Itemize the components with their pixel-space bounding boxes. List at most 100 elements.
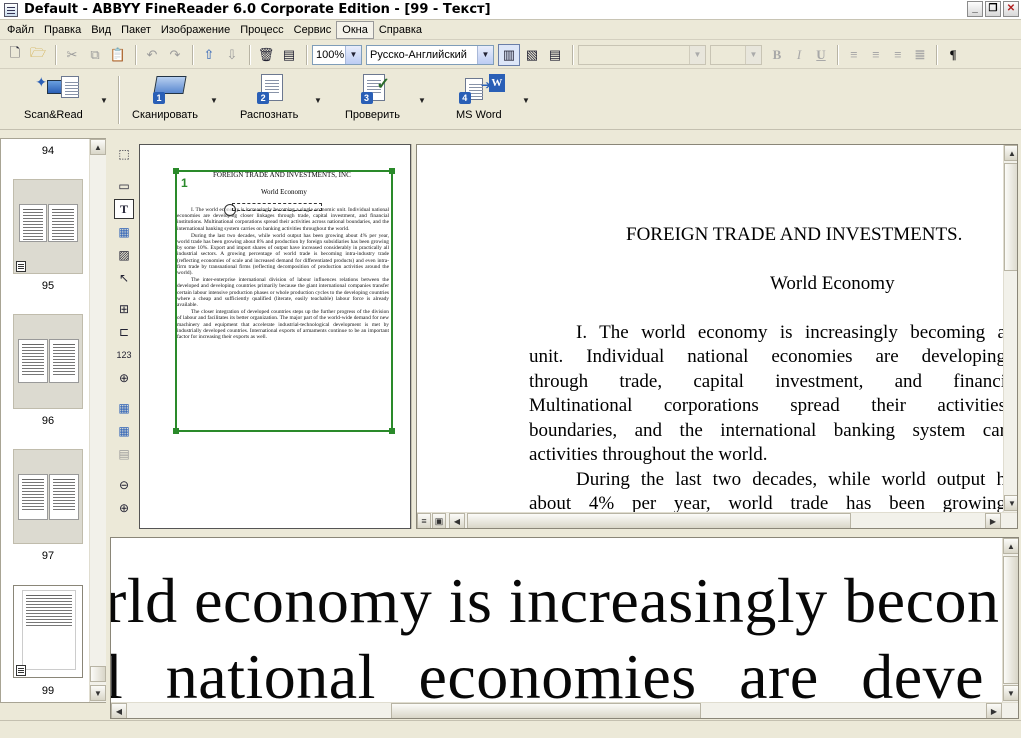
image-panel[interactable]: FOREIGN TRADE AND INVESTMENTS, INC World…: [139, 144, 411, 529]
block-order-icon[interactable]: 123: [114, 345, 134, 365]
menu-edit[interactable]: Правка: [39, 21, 86, 39]
view-text-image-icon[interactable]: ▥: [498, 43, 520, 66]
zoom-out-icon[interactable]: ⊖: [114, 475, 134, 495]
menu-batch[interactable]: Пакет: [116, 21, 156, 39]
menu-bar: Файл Правка Вид Пакет Изображение Процес…: [0, 20, 1021, 40]
check-dropdown-icon[interactable]: ▼: [418, 96, 426, 105]
open-folder-icon[interactable]: 🗁: [27, 44, 49, 66]
scroll-down-icon[interactable]: ▼: [90, 685, 106, 701]
menu-view[interactable]: Вид: [86, 21, 116, 39]
paste-icon[interactable]: 📋: [107, 44, 129, 66]
copy-icon[interactable]: ⧉: [84, 44, 106, 66]
align-right-icon[interactable]: ≡: [887, 44, 909, 66]
zoom-select[interactable]: 100% ▼: [312, 44, 362, 65]
picture-block-tool-icon[interactable]: ▨: [114, 245, 134, 265]
page-view-icon[interactable]: ▣: [432, 513, 446, 528]
pointer-tool-icon[interactable]: ↖: [114, 268, 134, 288]
ms-word-dropdown-icon[interactable]: ▼: [522, 96, 530, 105]
scroll-up-icon[interactable]: ▲: [1003, 538, 1018, 554]
add-table-column-icon[interactable]: ▦: [114, 421, 134, 441]
view-image-icon[interactable]: ▧: [521, 44, 543, 66]
font-select[interactable]: ▼: [578, 44, 706, 65]
thumbnail-96[interactable]: [13, 314, 83, 409]
scroll-right-icon[interactable]: ▶: [985, 513, 1001, 528]
thumbnail-label-94: 94: [41, 145, 55, 157]
menu-process[interactable]: Процесс: [235, 21, 288, 39]
normal-view-icon[interactable]: ≡: [417, 513, 431, 528]
minimize-button[interactable]: _: [967, 1, 983, 17]
add-area-icon[interactable]: ⊞: [114, 299, 134, 319]
table-split-icon[interactable]: ▤: [114, 444, 134, 464]
cut-area-icon[interactable]: ⊏: [114, 322, 134, 342]
italic-button[interactable]: I: [788, 44, 810, 66]
select-area-icon[interactable]: ⬚: [114, 144, 134, 164]
scroll-left-icon[interactable]: ◀: [449, 513, 465, 528]
bold-button[interactable]: B: [766, 44, 788, 66]
redo-icon[interactable]: ↷: [164, 44, 186, 66]
zoom-panel[interactable]: rld economy is increasingly becon l nati…: [110, 537, 1019, 719]
app-icon[interactable]: [4, 2, 18, 17]
chevron-down-icon[interactable]: ▼: [345, 45, 361, 64]
rectangle-tool-icon[interactable]: ▭: [114, 176, 134, 196]
page-properties-icon[interactable]: ▤: [278, 44, 300, 66]
menu-service[interactable]: Сервис: [289, 21, 337, 39]
view-text-icon[interactable]: ▤: [544, 44, 566, 66]
delete-page-icon[interactable]: 🗑: [255, 44, 277, 66]
analyze-layout-icon[interactable]: ⊕: [114, 368, 134, 388]
close-button[interactable]: ✕: [1003, 1, 1019, 17]
menu-image[interactable]: Изображение: [156, 21, 235, 39]
scan-dropdown-icon[interactable]: ▼: [210, 96, 218, 105]
align-justify-icon[interactable]: ≣: [909, 44, 931, 66]
cut-icon[interactable]: ✂: [61, 44, 83, 66]
scan-button[interactable]: 1 Сканировать: [132, 74, 198, 126]
language-select[interactable]: Русско-Английский ▼: [366, 44, 494, 65]
scroll-right-icon[interactable]: ▶: [986, 703, 1002, 718]
font-size-select[interactable]: ▼: [710, 44, 762, 65]
previous-page-icon[interactable]: ⇧: [198, 44, 220, 66]
zoom-in-icon[interactable]: ⊕: [114, 498, 134, 518]
add-table-row-icon[interactable]: ▦: [114, 398, 134, 418]
paragraph-marks-button[interactable]: ¶: [942, 44, 964, 66]
text-vertical-scrollbar[interactable]: ▲ ▼: [1003, 145, 1017, 512]
zoom-vertical-scrollbar[interactable]: ▲ ▼: [1002, 538, 1018, 702]
status-bar: [0, 720, 1021, 738]
align-center-icon[interactable]: ≡: [865, 44, 887, 66]
title-bar: Default - ABBYY FineReader 6.0 Corporate…: [0, 0, 1021, 20]
menu-file[interactable]: Файл: [2, 21, 39, 39]
menu-help[interactable]: Справка: [374, 21, 427, 39]
ms-word-button[interactable]: ➔ W 4 MS Word: [456, 74, 505, 126]
zoom-horizontal-scrollbar[interactable]: ◀ ▶: [111, 702, 1018, 718]
chevron-down-icon[interactable]: ▼: [477, 45, 493, 64]
underline-button[interactable]: U: [810, 44, 832, 66]
thumbnail-label-97: 97: [41, 550, 55, 562]
thumbnail-scrollbar[interactable]: ▲ ▼: [89, 139, 106, 702]
menu-windows[interactable]: Окна: [336, 20, 374, 39]
align-left-icon[interactable]: ≡: [843, 44, 865, 66]
next-page-icon[interactable]: ⇩: [221, 44, 243, 66]
scroll-up-icon[interactable]: ▲: [1004, 145, 1017, 161]
undo-icon[interactable]: ↶: [141, 44, 163, 66]
thumbnail-97[interactable]: [13, 449, 83, 544]
recognize-button[interactable]: 2 Распознать: [240, 74, 298, 126]
scroll-up-icon[interactable]: ▲: [90, 139, 106, 155]
scroll-down-icon[interactable]: ▼: [1004, 495, 1017, 511]
text-horizontal-scrollbar[interactable]: ≡ ▣ ◀ ▶: [417, 512, 1017, 528]
scroll-down-icon[interactable]: ▼: [1003, 685, 1018, 701]
chevron-down-icon[interactable]: ▼: [689, 45, 705, 64]
restore-button[interactable]: ❐: [985, 1, 1001, 17]
process-toolbar: ✦ Scan&Read ▼ 1 Сканировать ▼ 2 Распозна…: [0, 70, 1021, 130]
window-title: Default - ABBYY FineReader 6.0 Corporate…: [24, 2, 491, 17]
text-heading: FOREIGN TRADE AND INVESTMENTS.: [626, 224, 963, 245]
scan-read-button[interactable]: ✦ Scan&Read: [24, 74, 83, 126]
table-block-tool-icon[interactable]: ▦: [114, 222, 134, 242]
scan-read-dropdown-icon[interactable]: ▼: [100, 96, 108, 105]
recognize-dropdown-icon[interactable]: ▼: [314, 96, 322, 105]
chevron-down-icon[interactable]: ▼: [745, 45, 761, 64]
text-panel[interactable]: FOREIGN TRADE AND INVESTMENTS. World Eco…: [416, 144, 1018, 529]
scroll-left-icon[interactable]: ◀: [111, 703, 127, 718]
new-document-icon[interactable]: 🗋: [4, 44, 26, 66]
check-button[interactable]: ✓ 3 Проверить: [345, 74, 400, 126]
recognize-label: Распознать: [240, 109, 299, 121]
text-block-tool-icon[interactable]: T: [114, 199, 134, 219]
thumbnail-95[interactable]: [13, 179, 83, 274]
